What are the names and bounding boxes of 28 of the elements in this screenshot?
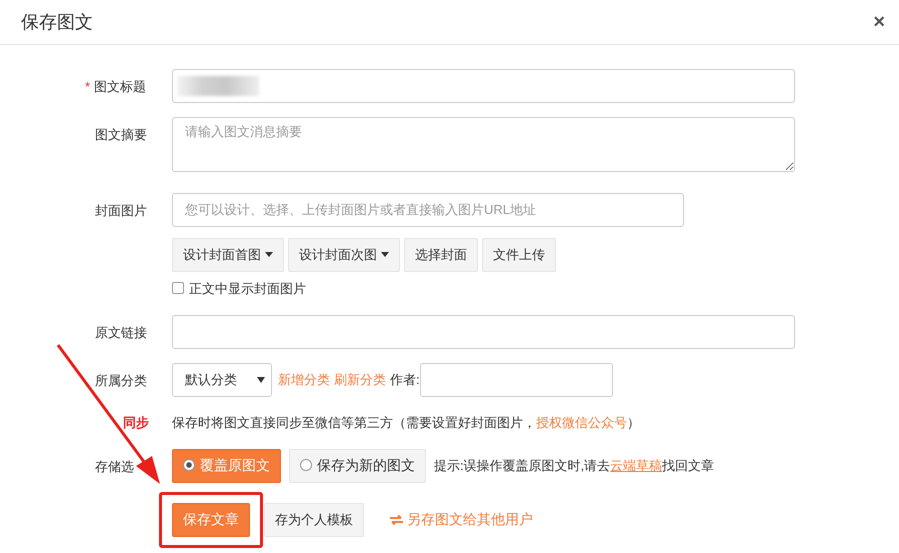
field-label: 原文链接 <box>95 324 147 342</box>
show-cover-checkbox[interactable]: 正文中显示封面图片 <box>172 278 795 298</box>
dropdown-arrow-icon <box>257 377 265 383</box>
field-label: 图文摘要 <box>95 126 147 144</box>
option-radio-button[interactable]: 保存为新的图文 <box>289 448 426 482</box>
link-field[interactable] <box>172 315 795 349</box>
dropdown-button[interactable]: 设计封面首图 <box>172 238 284 272</box>
action-button[interactable]: 文件上传 <box>482 238 556 272</box>
category-select[interactable]: 默认分类 <box>172 363 272 397</box>
required-mark: * <box>85 79 90 94</box>
field-label: 存储选 <box>95 458 134 476</box>
dropdown-button[interactable]: 设计封面次图 <box>288 238 400 272</box>
field-label: 图文标题 <box>94 78 146 96</box>
template-button[interactable]: 存为个人模板 <box>264 502 364 536</box>
swap-icon <box>390 515 403 525</box>
field-label: 所属分类 <box>95 372 147 390</box>
sync-description: 保存时将图文直接同步至微信等第三方（需要设置好封面图片，授权微信公众号） <box>172 415 640 430</box>
title-input[interactable] <box>172 69 795 103</box>
author-field[interactable] <box>420 363 613 397</box>
sync-label: 同步 <box>123 415 149 430</box>
storage-hint: 提示:误操作覆盖原图文时,请去云端草稿找回文章 <box>434 456 714 475</box>
close-button[interactable]: × <box>873 12 885 32</box>
dialog-title: 保存图文 <box>21 10 93 34</box>
summary-field[interactable]: 请输入图文消息摘要 <box>172 117 795 172</box>
cover-url-field[interactable]: 您可以设计、选择、上传封面图片或者直接输入图片URL地址 <box>172 192 684 226</box>
action-button[interactable]: 选择封面 <box>404 238 478 272</box>
author-label: 作者: <box>390 371 420 390</box>
field-label: 封面图片 <box>95 202 147 220</box>
